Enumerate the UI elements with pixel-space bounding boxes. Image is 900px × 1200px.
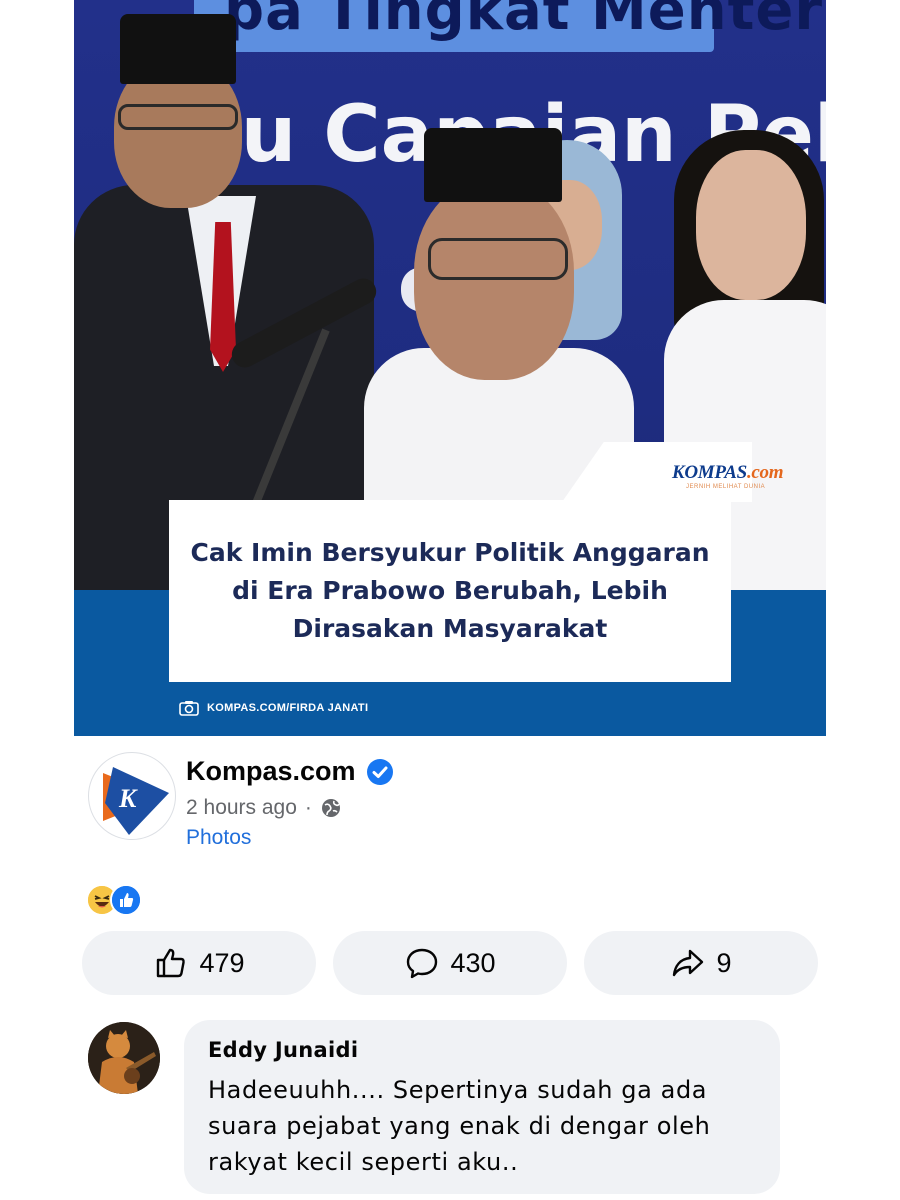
like-button[interactable]: 479 (82, 931, 316, 995)
photo-credit-text: KOMPAS.COM/FIRDA JANATI (207, 702, 369, 714)
comment-button[interactable]: 430 (333, 931, 567, 995)
post-type-link[interactable]: Photos (186, 826, 251, 850)
camera-icon (179, 701, 199, 716)
photo-credit: KOMPAS.COM/FIRDA JANATI (179, 700, 368, 716)
globe-icon (321, 799, 340, 817)
comment-author[interactable]: Eddy Junaidi (208, 1038, 756, 1062)
share-arrow-icon (673, 949, 704, 977)
reaction-summary[interactable] (86, 884, 142, 916)
headline-text: Cak Imin Bersyukur Politik Anggaran di E… (190, 538, 710, 643)
page-name-row: Kompas.com (186, 756, 394, 787)
commenter-photo (88, 1022, 160, 1094)
post-timestamp[interactable]: 2 hours ago (186, 796, 297, 820)
post-meta: 2 hours ago · (186, 796, 342, 820)
page-name[interactable]: Kompas.com (186, 756, 356, 787)
meta-separator: · (304, 796, 312, 819)
comment-bubble[interactable]: Eddy Junaidi Hadeeuuhh.... Sepertinya su… (184, 1020, 780, 1194)
thumbs-up-icon (157, 948, 186, 978)
headline-card: Cak Imin Bersyukur Politik Anggaran di E… (169, 500, 731, 682)
page-avatar[interactable]: K (88, 752, 176, 840)
verified-badge-icon (366, 758, 393, 785)
share-button[interactable]: 9 (584, 931, 818, 995)
post-photo[interactable]: pa Tingkat Menteri lu Capaian Pelak s es… (74, 0, 826, 736)
kompas-tagline: JERNIH MELIHAT DUNIA (686, 484, 766, 490)
commenter-avatar[interactable] (88, 1022, 160, 1094)
comment-text: Hadeeuuhh.... Sepertinya sudah ga ada su… (208, 1076, 711, 1176)
like-count: 479 (199, 947, 245, 978)
kompas-avatar-logo: K (103, 767, 169, 835)
svg-text:K: K (118, 784, 138, 813)
like-reaction-icon (110, 884, 142, 916)
comment-count: 430 (450, 947, 496, 978)
kompas-logo: KOMPAS.com (672, 462, 784, 483)
share-count: 9 (716, 947, 732, 978)
comment-icon (407, 948, 438, 979)
